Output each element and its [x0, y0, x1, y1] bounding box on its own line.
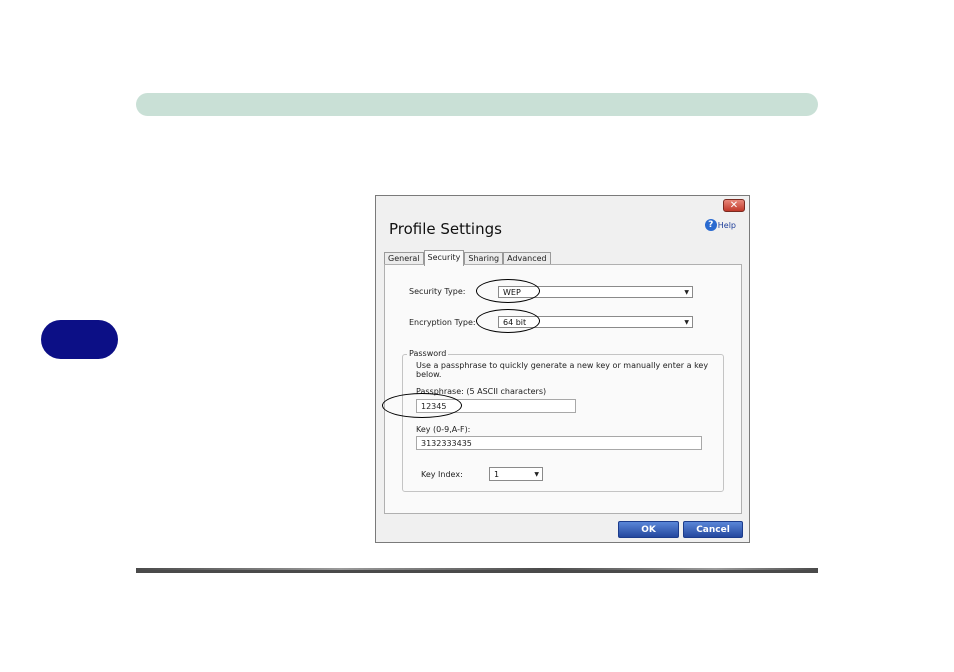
page-header-bar	[136, 93, 818, 116]
highlight-circle-encryption-type	[476, 309, 540, 333]
security-type-label: Security Type:	[409, 287, 466, 296]
close-icon: ✕	[729, 200, 739, 211]
chevron-down-icon: ▼	[684, 319, 689, 326]
cancel-button[interactable]: Cancel	[683, 521, 743, 538]
key-index-value: 1	[494, 470, 500, 479]
help-icon: ?	[704, 219, 717, 231]
key-label: Key (0-9,A-F):	[416, 425, 471, 434]
password-group: Password Use a passphrase to quickly gen…	[382, 349, 724, 492]
security-tab-panel: Security Type: WEP ▼ Encryption Type: 64…	[382, 264, 742, 514]
ok-button[interactable]: OK	[618, 521, 679, 538]
chevron-down-icon: ▼	[684, 289, 689, 296]
password-group-title: Password	[407, 349, 449, 358]
close-button[interactable]: ✕	[723, 199, 745, 212]
key-input[interactable]: 3132333435	[416, 436, 702, 450]
password-hint: Use a passphrase to quickly generate a n…	[416, 361, 709, 379]
help-label: Help	[717, 220, 736, 230]
dialog-title: Profile Settings	[389, 220, 502, 238]
chevron-down-icon: ▼	[534, 471, 539, 478]
profile-settings-dialog: ✕ Profile Settings ? Help General Securi…	[375, 195, 750, 543]
key-index-label: Key Index:	[421, 470, 463, 479]
help-link[interactable]: ? Help	[704, 219, 736, 231]
footer-rule-highlight	[136, 568, 818, 570]
chapter-side-tab	[41, 320, 118, 359]
tab-bar: General Security Sharing Advanced	[384, 250, 551, 266]
key-index-select[interactable]: 1 ▼	[489, 467, 543, 481]
encryption-type-label: Encryption Type:	[409, 318, 476, 327]
tab-security[interactable]: Security	[423, 250, 465, 266]
highlight-circle-security-type	[476, 279, 540, 303]
highlight-circle-passphrase	[382, 393, 462, 418]
